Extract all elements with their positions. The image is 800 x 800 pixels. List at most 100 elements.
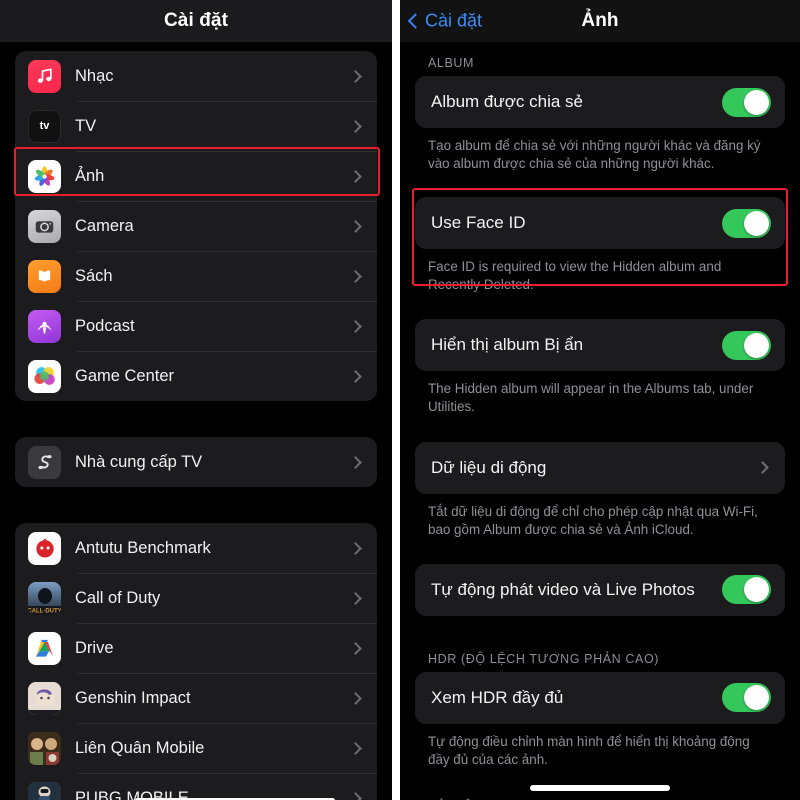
left-settings-scroll[interactable]: Nhạc tv TV Ảnh Camera Sách Podcast Game … [0, 42, 392, 800]
chevron-left-icon [407, 13, 424, 29]
podcast-icon [28, 309, 61, 343]
cell-label: Xem HDR đầy đủ [431, 687, 564, 707]
left-phone-panel: Cài đặt Nhạc tv TV Ảnh Camera Sách Podca… [0, 0, 392, 800]
home-indicator [530, 785, 670, 791]
toggle-knob [744, 685, 769, 711]
settings-row-tv[interactable]: tv TV [15, 101, 377, 151]
footnote-use-face-id: Face ID is required to view the Hidden a… [428, 259, 722, 293]
chevron-right-icon [349, 791, 362, 800]
cell-use-face-id[interactable]: Use Face ID [415, 197, 785, 250]
toggle-shared-album[interactable] [722, 87, 771, 117]
settings-row-label: TV [75, 116, 97, 135]
section-header-hdr: HDR (ĐỘ LỆCH TƯƠNG PHẢN CAO) [428, 651, 660, 666]
settings-row-antutu[interactable]: Antutu Benchmark [15, 523, 377, 573]
music-icon [28, 59, 61, 93]
settings-row-lien-quan-mobile[interactable]: Liên Quân Mobile [15, 723, 377, 773]
settings-row-podcast[interactable]: Podcast [15, 301, 377, 351]
settings-row-sach[interactable]: Sách [15, 251, 377, 301]
settings-row-call-of-duty[interactable]: CALL·DUTY Call of Duty [15, 573, 377, 623]
settings-row-label: Call of Duty [75, 588, 161, 607]
settings-row-nhac[interactable]: Nhạc [15, 51, 377, 101]
cell-cellular-data[interactable]: Dữ liệu di động [415, 441, 785, 494]
settings-row-anh[interactable]: Ảnh [15, 151, 377, 201]
settings-row-label: Antutu Benchmark [75, 538, 211, 557]
chevron-right-icon [349, 455, 362, 469]
settings-row-label: Podcast [75, 316, 135, 335]
toggle-use-face-id[interactable] [722, 208, 771, 238]
cell-label: Use Face ID [431, 213, 526, 233]
photos-icon [28, 159, 61, 193]
cell-show-hidden-album[interactable]: Hiển thị album Bị ẩn [415, 319, 785, 372]
svg-text:CALL·DUTY: CALL·DUTY [28, 608, 61, 614]
footnote-view-full-hdr: Tự động điều chỉnh màn hình để hiển thị … [428, 733, 750, 767]
toggle-knob [744, 577, 769, 603]
cell-label: Dữ liệu di động [431, 457, 547, 477]
chevron-right-icon [349, 319, 362, 333]
chevron-right-icon [756, 461, 769, 474]
settings-row-camera[interactable]: Camera [15, 201, 377, 251]
call-of-duty-icon: CALL·DUTY [28, 581, 61, 615]
chevron-right-icon [349, 691, 362, 705]
settings-row-drive[interactable]: Drive [15, 623, 377, 673]
tv-provider-icon [28, 445, 61, 479]
chevron-right-icon [349, 69, 362, 83]
chevron-right-icon [349, 741, 362, 755]
antutu-icon [28, 531, 61, 565]
cell-autoplay-video[interactable]: Tự động phát video và Live Photos [415, 563, 785, 616]
footnote-cellular-data: Tắt dữ liệu di động để chỉ cho phép cập … [428, 503, 758, 537]
toggle-autoplay-video[interactable] [722, 575, 771, 605]
cell-view-full-hdr[interactable]: Xem HDR đầy đủ [415, 671, 785, 724]
toggle-knob [744, 210, 769, 236]
chevron-right-icon [349, 219, 362, 233]
settings-row-label: Nhà cung cấp TV [75, 452, 203, 471]
settings-row-label: Genshin Impact [75, 688, 191, 707]
settings-row-label: Ảnh [75, 166, 105, 185]
screenshot-root: Cài đặt Nhạc tv TV Ảnh Camera Sách Podca… [0, 0, 800, 800]
right-nav-title: Ảnh [581, 10, 619, 31]
back-button-label: Cài đặt [425, 10, 483, 31]
settings-row-pubg-mobile[interactable]: PUBG MOBILE [15, 773, 377, 800]
chevron-right-icon [349, 119, 362, 133]
settings-row-label: Camera [75, 216, 134, 235]
toggle-show-hidden-album[interactable] [722, 330, 771, 360]
cell-shared-album[interactable]: Album được chia sẻ [415, 76, 785, 128]
camera-icon [28, 209, 61, 243]
right-phone-panel: Cài đặt Ảnh ALBUM Album được chia sẻ Tạo… [400, 0, 800, 800]
lien-quan-icon [28, 731, 61, 765]
settings-group-apps: Antutu Benchmark CALL·DUTY Call of Duty [15, 523, 377, 800]
left-navbar: Cài đặt [0, 0, 392, 42]
settings-row-tv-provider[interactable]: Nhà cung cấp TV [15, 437, 377, 487]
cell-label: Tự động phát video và Live Photos [431, 579, 695, 599]
settings-group-tv-provider: Nhà cung cấp TV [15, 437, 377, 487]
google-drive-icon [28, 631, 61, 665]
section-header-album: ALBUM [428, 56, 475, 70]
chevron-right-icon [349, 169, 362, 183]
right-navbar: Cài đặt Ảnh [400, 0, 800, 42]
chevron-right-icon [349, 369, 362, 383]
toggle-view-full-hdr[interactable] [722, 683, 771, 713]
settings-row-label: Drive [75, 638, 114, 657]
genshin-impact-icon [28, 681, 61, 715]
cell-label: Album được chia sẻ [431, 92, 583, 111]
photos-settings-scroll[interactable]: ALBUM Album được chia sẻ Tạo album để ch… [400, 42, 800, 800]
settings-group-media: Nhạc tv TV Ảnh Camera Sách Podcast Game … [15, 51, 377, 401]
game-center-icon [28, 359, 61, 393]
settings-row-label: Game Center [75, 366, 175, 385]
footnote-show-hidden-album: The Hidden album will appear in the Albu… [428, 381, 754, 415]
settings-row-label: Liên Quân Mobile [75, 738, 205, 757]
chevron-right-icon [349, 269, 362, 283]
left-nav-title: Cài đặt [163, 10, 229, 31]
toggle-knob [744, 89, 769, 115]
pubg-mobile-icon [28, 781, 61, 800]
footnote-shared-album: Tạo album để chia sẻ với những người khá… [428, 138, 761, 172]
settings-row-genshin-impact[interactable]: Genshin Impact [15, 673, 377, 723]
settings-row-label: Sách [75, 266, 113, 285]
chevron-right-icon [349, 541, 362, 555]
cell-label: Hiển thị album Bị ẩn [431, 335, 584, 355]
settings-row-game-center[interactable]: Game Center [15, 351, 377, 401]
panel-divider [392, 0, 400, 800]
settings-row-label: Nhạc [75, 66, 114, 85]
chevron-right-icon [349, 591, 362, 605]
back-button[interactable]: Cài đặt [407, 10, 483, 32]
toggle-knob [744, 332, 769, 358]
